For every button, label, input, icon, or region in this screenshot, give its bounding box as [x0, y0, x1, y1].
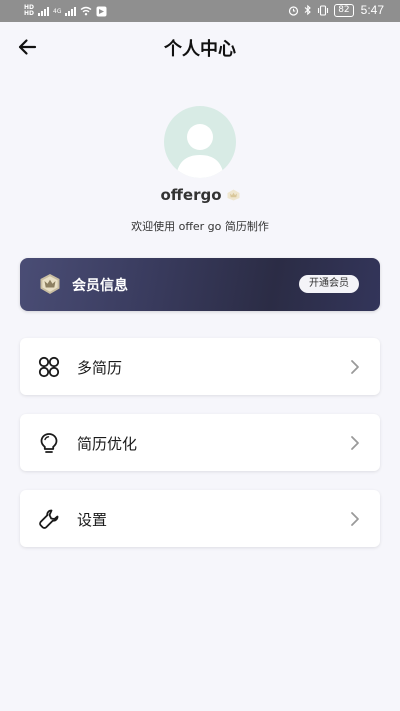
membership-label: 会员信息: [72, 278, 128, 294]
welcome-text: 欢迎使用 offer go 简历制作: [131, 220, 269, 233]
status-right: 82 5:47: [288, 3, 384, 17]
status-time: 5:47: [360, 3, 384, 17]
status-left: HD HD 4G: [24, 4, 107, 18]
username-row: offergo: [0, 186, 400, 204]
menu-item-label: 多简历: [77, 359, 123, 377]
status-bar: HD HD 4G 82 5:47: [0, 0, 400, 22]
header: 个人中心: [0, 22, 400, 72]
sim-tags: HD HD: [24, 5, 34, 17]
chevron-right-icon: [351, 436, 359, 450]
username: offergo: [160, 186, 222, 204]
menu-item-label: 简历优化: [77, 435, 138, 453]
battery-indicator: 82: [334, 3, 354, 17]
crown-badge-icon: [227, 189, 240, 201]
wrench-icon: [38, 508, 60, 530]
default-user-icon: [176, 124, 224, 178]
menu-item-settings[interactable]: 设置: [20, 490, 380, 547]
avatar[interactable]: [164, 106, 236, 178]
page-title: 个人中心: [164, 39, 236, 60]
sim-tag-2: HD: [24, 10, 35, 17]
vibrate-icon: [318, 4, 329, 16]
vip-crown-icon: [40, 274, 60, 294]
open-membership-button[interactable]: 开通会员: [299, 275, 359, 293]
bluetooth-icon: [304, 4, 312, 16]
alarm-icon: [289, 5, 299, 16]
menu-item-multi-resume[interactable]: 多简历: [20, 338, 380, 395]
network-label: 4G: [53, 7, 62, 15]
chevron-right-icon: [351, 360, 359, 374]
membership-card[interactable]: 会员信息 开通会员: [20, 258, 380, 311]
chevron-right-icon: [351, 512, 359, 526]
lightbulb-icon: [38, 432, 60, 454]
grid-four-icon: [38, 356, 60, 378]
signal-icon: [38, 6, 50, 16]
app-notification-icon: [96, 6, 107, 16]
menu-item-resume-optimize[interactable]: 简历优化: [20, 414, 380, 471]
signal-icon-2: [65, 6, 77, 16]
wifi-icon: [81, 6, 92, 16]
menu-item-label: 设置: [77, 511, 108, 529]
